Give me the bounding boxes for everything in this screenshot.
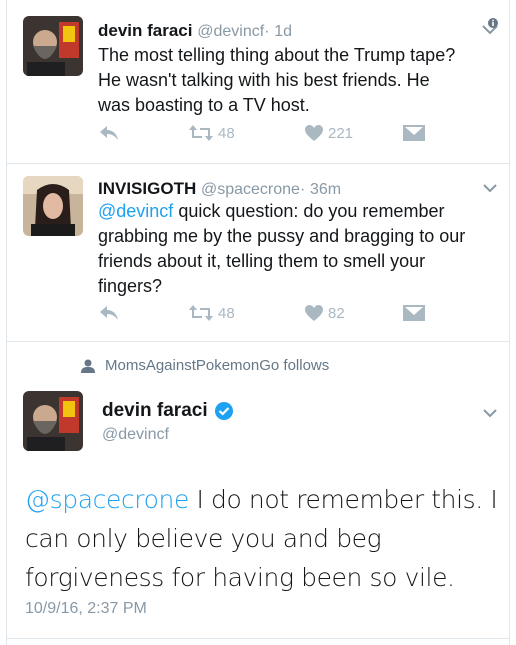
tweet-actions: 48 82 <box>98 304 428 326</box>
reply-icon <box>100 126 118 140</box>
author-name[interactable]: devin faraci <box>98 21 193 40</box>
avatar[interactable] <box>23 176 83 236</box>
like-button[interactable]: 82 <box>304 304 345 322</box>
dm-button[interactable] <box>402 304 426 322</box>
avatar[interactable] <box>23 391 83 451</box>
like-count: 82 <box>328 304 345 322</box>
retweet-count: 48 <box>218 124 235 142</box>
follows-text: MomsAgainstPokemonGo follows <box>105 357 330 374</box>
chevron-down-icon[interactable] <box>482 180 498 196</box>
author-name-text: devin faraci <box>102 400 208 421</box>
retweet-icon <box>189 125 213 141</box>
retweet-button[interactable]: 48 <box>188 124 235 142</box>
author-name[interactable]: devin faraci <box>102 400 234 422</box>
retweet-icon <box>189 305 213 321</box>
separator-dot: · <box>264 23 270 40</box>
dm-button[interactable] <box>402 124 426 142</box>
mention-link[interactable]: @devincf <box>98 201 173 221</box>
tweet-timestamp[interactable]: 10/9/16, 2:37 PM <box>25 600 147 618</box>
author-handle[interactable]: @spacecrone <box>201 181 300 198</box>
tweet-actions: 48 221 <box>98 124 428 146</box>
retweet-button[interactable]: 48 <box>188 304 235 322</box>
tweet-text: @devincf quick question: do you remember… <box>98 199 490 299</box>
chevron-down-icon[interactable] <box>482 405 498 421</box>
avatar[interactable] <box>23 16 83 76</box>
separator-dot: · <box>299 181 306 198</box>
info-icon[interactable] <box>480 18 500 38</box>
divider <box>7 163 509 164</box>
reply-button[interactable] <box>98 124 120 142</box>
divider <box>7 638 509 639</box>
author-name[interactable]: INVISIGOTH <box>98 179 196 198</box>
tweet-header: devin faraci @devincf· 1d <box>98 21 292 41</box>
tweet-text: The most telling thing about the Trump t… <box>98 45 456 115</box>
social-context[interactable]: MomsAgainstPokemonGo follows <box>81 357 329 374</box>
tweet-text: @spacecrone I do not remember this. I ca… <box>25 480 505 597</box>
tweet-time[interactable]: 1d <box>274 23 292 40</box>
reply-icon <box>100 306 118 320</box>
retweet-count: 48 <box>218 304 235 322</box>
heart-icon <box>305 125 323 141</box>
divider <box>7 341 509 342</box>
tweet-header: INVISIGOTH @spacecrone· 36m <box>98 179 341 199</box>
author-handle[interactable]: @devincf <box>197 23 264 40</box>
person-icon <box>81 359 95 373</box>
dm-icon <box>403 125 425 141</box>
like-count: 221 <box>328 124 354 142</box>
verified-icon <box>214 402 233 420</box>
like-button[interactable]: 221 <box>304 124 353 142</box>
timeline: devin faraci @devincf· 1d The most telli… <box>6 0 510 645</box>
tweet-time[interactable]: 36m <box>310 181 341 198</box>
author-handle[interactable]: @devincf <box>102 426 169 444</box>
mention-link[interactable]: @spacecrone <box>25 485 189 514</box>
dm-icon <box>403 305 425 321</box>
reply-button[interactable] <box>98 304 120 322</box>
heart-icon <box>305 305 323 321</box>
